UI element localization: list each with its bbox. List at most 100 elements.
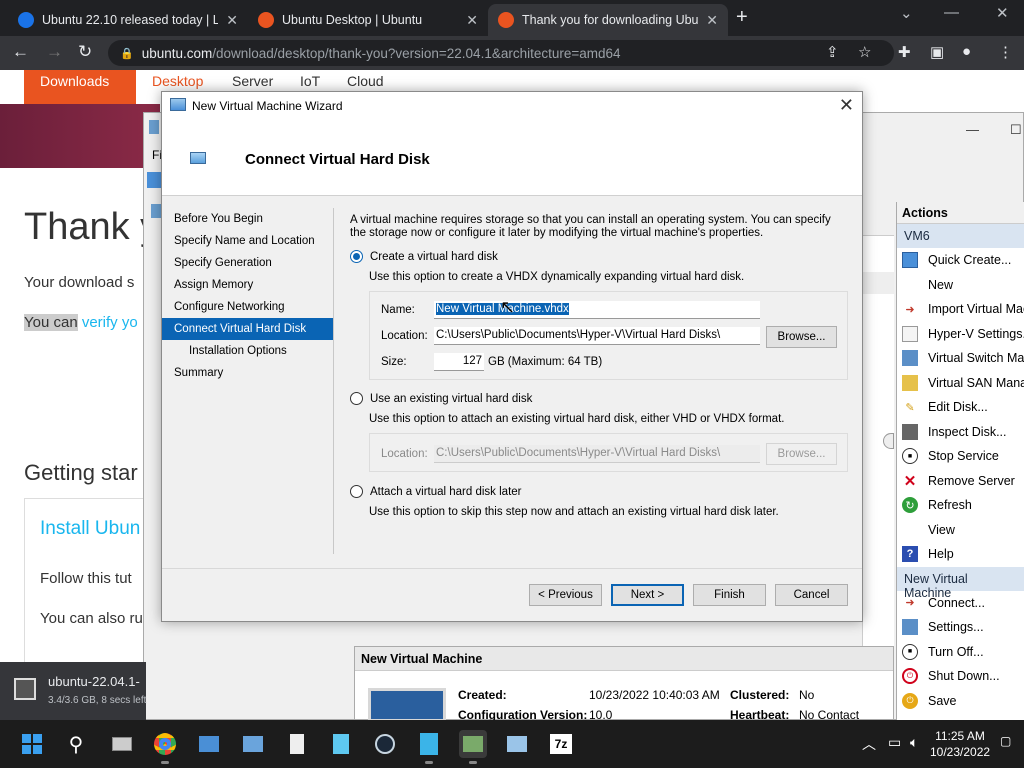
chevron-down-icon[interactable]: ⌄ [900,4,913,22]
remote-desktop-icon[interactable] [239,730,267,758]
action-view[interactable]: View [897,518,1024,543]
step-connect-vhd[interactable]: Connect Virtual Hard Disk [162,318,334,340]
minimize-icon[interactable]: — [966,122,979,137]
vhd-location-input[interactable]: C:\Users\Public\Documents\Hyper-V\Virtua… [434,327,760,345]
browser-tab-ubuntu-release[interactable]: Ubuntu 22.10 released today | Lin ✕ [8,4,248,36]
new-tab-icon[interactable]: + [736,6,748,29]
menu-icon[interactable]: ⋮ [998,43,1013,61]
action-shut-down[interactable]: ⏻ Shut Down... [897,664,1024,689]
close-icon[interactable]: ✕ [226,12,238,29]
download-status: 3.4/3.6 GB, 8 secs left [48,695,147,706]
steam-icon[interactable] [371,730,399,758]
extensions-icon[interactable]: ✚ [898,43,911,61]
finish-button[interactable]: Finish [693,584,766,606]
notepad-icon[interactable] [283,730,311,758]
vm-thumbnail[interactable] [368,688,446,722]
action-new[interactable]: New [897,273,1024,298]
profile-icon[interactable]: ● [962,43,971,60]
option-attach-later[interactable]: Attach a virtual hard disk later [350,485,522,498]
close-icon[interactable]: ✕ [466,12,478,29]
action-save[interactable]: ⏻ Save [897,689,1024,714]
task-view-icon[interactable] [108,730,136,758]
chrome-icon[interactable] [151,730,179,764]
action-label: Import Virtual Mac [928,302,1024,317]
nav-server[interactable]: Server [232,73,273,89]
storage-icon[interactable] [327,730,355,758]
sidepanel-icon[interactable]: ▣ [930,43,944,61]
action-turn-off[interactable]: ■ Turn Off... [897,640,1024,665]
vhd-name-input[interactable]: New Virtual Machine.vhdx [434,301,760,319]
option-create-vhd[interactable]: Create a virtual hard disk [350,250,498,263]
action-remove-server[interactable]: ✕ Remove Server [897,469,1024,494]
radio-existing-vhd[interactable] [350,392,363,405]
browser-tab-thank-you[interactable]: Thank you for downloading Ubu ✕ [488,4,728,36]
action-import[interactable]: ➜ Import Virtual Mac [897,297,1024,322]
action-connect[interactable]: ➜ Connect... [897,591,1024,616]
page-title: Thank y [24,206,160,248]
back-icon[interactable]: ← [12,42,29,62]
vhd-size-input[interactable]: 127 [434,353,484,371]
browse-button[interactable]: Browse... [766,326,837,348]
actions-section-server[interactable]: VM6 [897,224,1024,248]
browser-tab-ubuntu-desktop[interactable]: Ubuntu Desktop | Ubuntu ✕ [248,4,488,36]
maximize-icon[interactable]: ☐ [1010,122,1022,138]
action-stop-service[interactable]: ■ Stop Service [897,444,1024,469]
nav-downloads[interactable]: Downloads [24,70,136,104]
network-icon[interactable]: ▭ [888,734,901,751]
star-icon[interactable]: ☆ [858,43,871,61]
search-icon[interactable]: ⚲ [62,730,90,758]
step-installation-options[interactable]: Installation Options [162,340,334,362]
radio-create-vhd[interactable] [350,250,363,263]
action-virtual-san[interactable]: Virtual SAN Manag [897,371,1024,396]
clock[interactable]: 11:25 AM 10/23/2022 [930,728,990,760]
action-hyperv-settings[interactable]: Hyper-V Settings... [897,322,1024,347]
previous-button[interactable]: < Previous [529,584,602,606]
step-summary[interactable]: Summary [162,362,334,384]
volume-icon[interactable]: 🔈︎ [910,734,918,751]
close-window-icon[interactable]: ✕ [996,4,1009,22]
action-help[interactable]: ? Help [897,542,1024,567]
action-virtual-switch[interactable]: Virtual Switch Man [897,346,1024,371]
action-refresh[interactable]: ↻ Refresh [897,493,1024,518]
nav-iot[interactable]: IoT [300,73,320,89]
radio-attach-later[interactable] [350,485,363,498]
action-vm-settings[interactable]: Settings... [897,615,1024,640]
globe-icon [18,12,34,28]
step-generation[interactable]: Specify Generation [162,252,334,274]
install-link[interactable]: Install Ubun [40,518,140,540]
hyperv-manager-icon[interactable] [459,730,487,764]
file-explorer-icon[interactable] [195,730,223,758]
option-existing-vhd[interactable]: Use an existing virtual hard disk [350,392,532,405]
performance-monitor-icon[interactable] [503,730,531,758]
action-inspect-disk[interactable]: Inspect Disk... [897,420,1024,445]
created-label: Created: [458,688,507,702]
nav-desktop[interactable]: Desktop [152,73,203,89]
notifications-icon[interactable]: ▢ [1000,734,1011,748]
action-edit-disk[interactable]: ✎ Edit Disk... [897,395,1024,420]
next-button[interactable]: Next > [611,584,684,606]
address-bar[interactable]: 🔒 ubuntu.com /download/desktop/thank-you… [108,40,894,66]
close-icon[interactable]: ✕ [839,95,854,116]
7zip-icon[interactable]: 7z [547,730,575,758]
reload-icon[interactable]: ↻ [78,42,92,62]
chevron-up-icon[interactable]: ︿ [862,734,876,754]
download-bar[interactable]: ubuntu-22.04.1- 3.4/3.6 GB, 8 secs left [0,662,146,720]
splitter-handle[interactable] [883,433,894,449]
step-networking[interactable]: Configure Networking [162,296,334,318]
nav-cloud[interactable]: Cloud [347,73,384,89]
action-label: Settings... [928,620,984,635]
close-icon[interactable]: ✕ [706,12,718,29]
step-before-you-begin[interactable]: Before You Begin [162,208,334,230]
step-name-location[interactable]: Specify Name and Location [162,230,334,252]
action-quick-create[interactable]: Quick Create... [897,248,1024,273]
minimize-icon[interactable]: — [944,4,959,21]
share-icon[interactable]: ⇪ [826,43,839,61]
start-button[interactable] [18,730,46,758]
actions-section-vm[interactable]: New Virtual Machine [897,566,1024,600]
server-manager-icon[interactable] [415,730,443,764]
back-arrow-icon[interactable] [147,172,161,188]
step-memory[interactable]: Assign Memory [162,274,334,296]
verify-link[interactable]: verify yo [78,314,138,331]
forward-icon[interactable]: → [46,42,63,62]
cancel-button[interactable]: Cancel [775,584,848,606]
